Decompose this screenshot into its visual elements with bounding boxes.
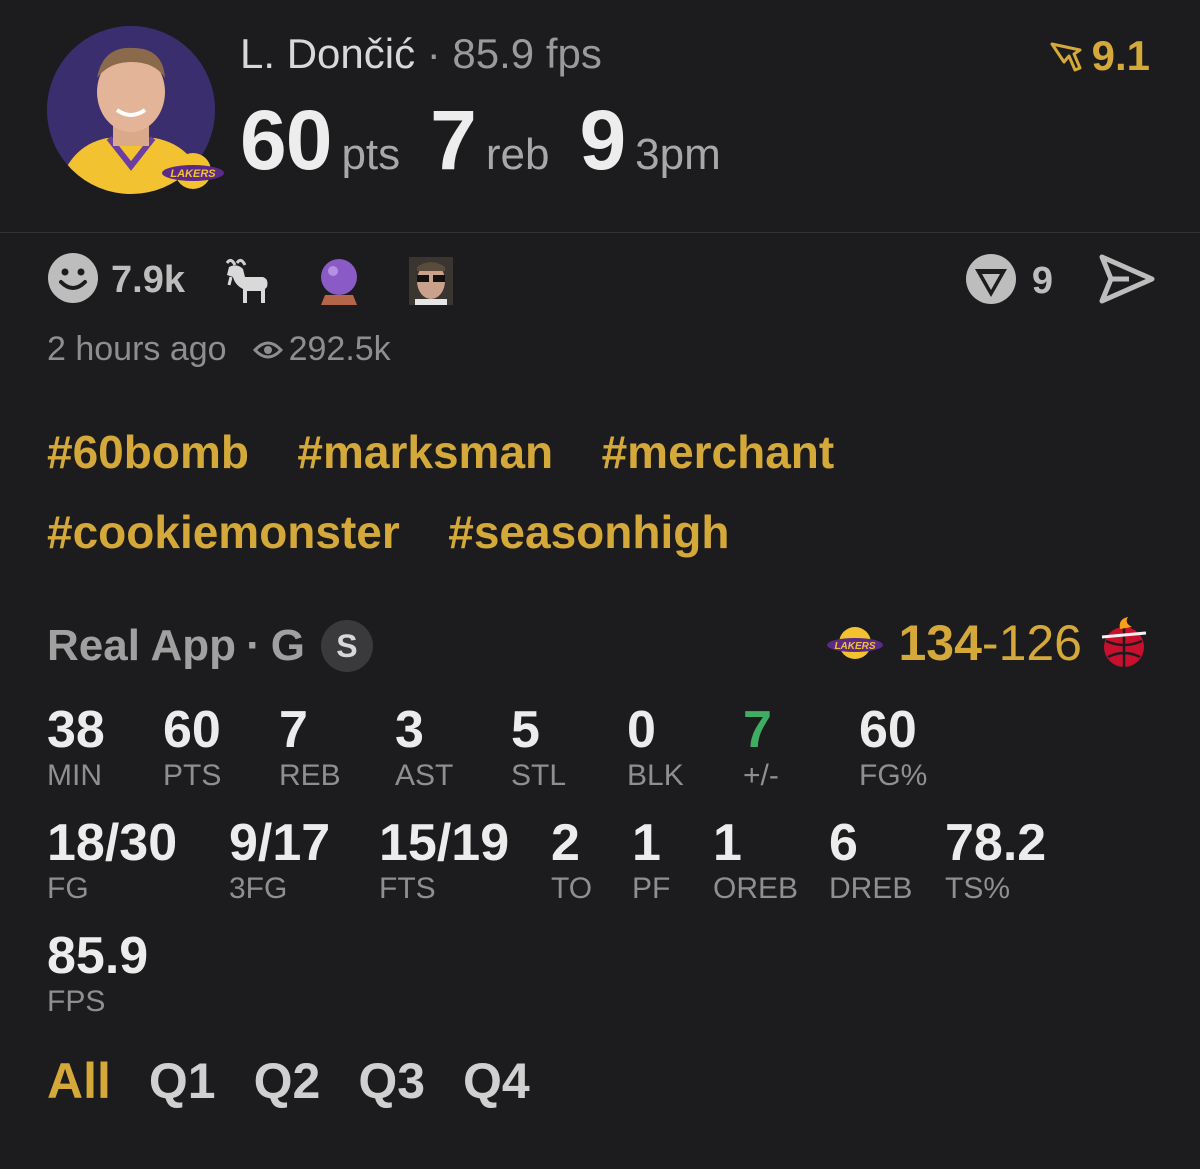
fire-vote-icon[interactable] xyxy=(964,252,1018,311)
lakers-score-logo-text: LAKERS xyxy=(835,641,876,652)
lakers-logo: LAKERS xyxy=(160,148,226,194)
source-separator: · xyxy=(246,621,261,670)
stat-ts-pct: 78.2 TS% xyxy=(945,814,1047,905)
tab-q4[interactable]: Q4 xyxy=(463,1052,530,1110)
lakers-logo: LAKERS xyxy=(827,627,884,659)
name-separator: · xyxy=(426,30,441,77)
headline-threes-value: 9 xyxy=(579,93,626,187)
crystal-ball-icon[interactable] xyxy=(313,255,365,307)
reaction-count: 7.9k xyxy=(111,259,185,301)
share-icon[interactable] xyxy=(1099,254,1155,309)
stat-fg-pct: 60 FG% xyxy=(859,701,928,792)
headline-rebounds-value: 7 xyxy=(430,93,477,187)
stat-reb: 7 REB xyxy=(279,701,341,792)
post-time: 2 hours ago xyxy=(47,330,227,368)
starter-badge: S xyxy=(320,620,373,672)
stat-ast: 3 AST xyxy=(395,701,454,792)
hashtags: #60bomb #marksman #merchant #cookiemonst… xyxy=(47,425,1157,585)
rating-value: 9.1 xyxy=(1091,32,1150,79)
hashtag[interactable]: #60bomb xyxy=(47,425,249,479)
player-fps: 85.9 fps xyxy=(452,30,602,77)
stat-oreb: 1 OREB xyxy=(713,814,799,905)
stat-fts: 15/19 FTS xyxy=(379,814,510,905)
stat-min: 38 MIN xyxy=(47,701,105,792)
score-away: 126 xyxy=(998,615,1082,671)
game-score[interactable]: LAKERS 134-126 xyxy=(826,614,1150,672)
tab-all[interactable]: All xyxy=(47,1052,111,1110)
headline-threes-unit: 3pm xyxy=(635,130,721,179)
view-count: 292.5k xyxy=(288,330,391,368)
player-position: G xyxy=(270,621,305,670)
headline-rebounds-unit: reb xyxy=(485,130,550,179)
player-name[interactable]: L. Dončić xyxy=(240,30,415,77)
headline-points-value: 60 xyxy=(240,93,332,187)
post-meta: 2 hours ago 292.5k xyxy=(47,330,391,369)
stat-stl: 5 STL xyxy=(511,701,567,792)
hashtag[interactable]: #merchant xyxy=(602,425,835,479)
score-dash: - xyxy=(981,615,999,671)
post-actions: 9 xyxy=(964,252,1155,311)
tab-q3[interactable]: Q3 xyxy=(358,1052,425,1110)
hashtag[interactable]: #cookiemonster xyxy=(47,505,400,559)
stat-pts: 60 PTS xyxy=(163,701,222,792)
source-name: Real App xyxy=(47,621,237,670)
tab-q1[interactable]: Q1 xyxy=(149,1052,216,1110)
heat-logo xyxy=(1101,617,1147,667)
stat-dreb: 6 DREB xyxy=(829,814,913,905)
stat-blk: 0 BLK xyxy=(627,701,684,792)
hashtag[interactable]: #marksman xyxy=(297,425,553,479)
lakers-logo-text: LAKERS xyxy=(170,168,216,180)
fire-vote-count: 9 xyxy=(1031,260,1053,302)
quarter-tabs: All Q1 Q2 Q3 Q4 xyxy=(47,1052,568,1110)
headline-stats: 60 pts 7 reb 9 3pm xyxy=(240,92,751,189)
game-source: Real App · G S xyxy=(47,620,373,672)
reactions-row: 7.9k xyxy=(47,252,497,309)
eye-icon xyxy=(252,341,283,358)
score-home: 134 xyxy=(898,615,982,671)
stat-fg: 18/30 FG xyxy=(47,814,178,905)
header-divider xyxy=(0,232,1200,233)
stat-pf: 1 PF xyxy=(632,814,671,905)
sunglasses-face-icon[interactable] xyxy=(405,255,457,307)
stat-fps: 85.9 FPS xyxy=(47,927,149,1018)
hashtag[interactable]: #seasonhigh xyxy=(448,505,729,559)
rating-arrow-icon xyxy=(1050,42,1082,72)
stat-plus-minus: 7 +/- xyxy=(743,701,779,792)
stat-3fg: 9/17 3FG xyxy=(229,814,331,905)
views: 292.5k xyxy=(252,330,391,369)
rating[interactable]: 9.1 xyxy=(1048,32,1150,80)
headline-points-unit: pts xyxy=(341,130,401,179)
stat-to: 2 TO xyxy=(551,814,593,905)
smiley-icon[interactable] xyxy=(47,252,99,309)
tab-q2[interactable]: Q2 xyxy=(254,1052,321,1110)
goat-icon[interactable] xyxy=(221,255,273,307)
player-name-line: L. Dončić · 85.9 fps xyxy=(240,30,602,78)
